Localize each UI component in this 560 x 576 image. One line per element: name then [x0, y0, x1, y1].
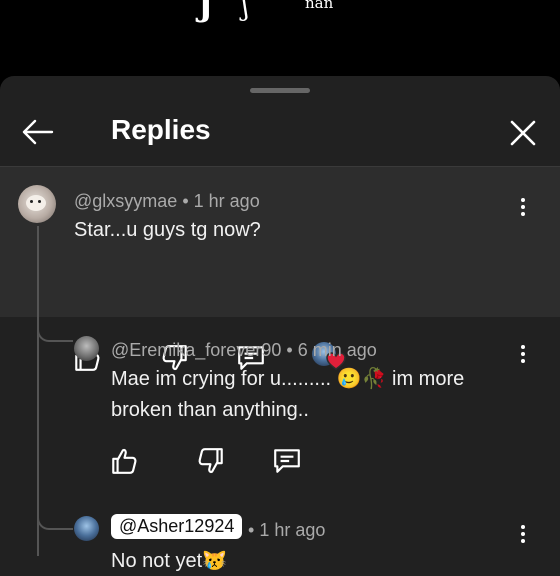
kebab-dot [521, 532, 525, 536]
reply-text-line1: Mae im crying for u......... [111, 368, 332, 390]
kebab-dot [521, 205, 525, 209]
thread-connector [37, 314, 73, 342]
arrow-left-icon [22, 119, 54, 145]
parent-comment: @glxsyymae • 1 hr ago Star...u guys tg n… [0, 167, 560, 371]
avatar[interactable] [18, 185, 56, 223]
reply-time: 1 hr ago [259, 520, 326, 540]
reply-username[interactable]: @Eremika_forever90 [111, 340, 281, 360]
reply-comment-icon[interactable] [272, 446, 302, 476]
meta-separator: • [286, 340, 293, 360]
replies-sheet: Replies @glxsyymae • 1 hr ago Star...u g… [0, 76, 560, 576]
more-options-button[interactable] [517, 195, 529, 219]
background-glyph: J [198, 0, 214, 24]
comment-text: Star...u guys tg now? [74, 219, 261, 241]
more-options-button[interactable] [517, 342, 529, 366]
video-background: J ʃ nan [0, 0, 560, 80]
background-text: nan [305, 0, 334, 12]
kebab-dot [521, 539, 525, 543]
back-button[interactable] [20, 116, 56, 148]
meta-separator: • [248, 520, 255, 540]
reply-text-line1-end: im more [392, 368, 465, 390]
thumbs-up-icon[interactable] [109, 446, 139, 476]
reply-text: No not yet😿 [111, 546, 227, 576]
reply-username-chip[interactable]: @Asher12924 [111, 514, 243, 539]
reply-emoji: 🥲🥀 [336, 368, 387, 390]
kebab-dot [521, 345, 525, 349]
reply-text-line2: broken than anything.. [111, 399, 309, 421]
background-glyph-2: ʃ [242, 0, 250, 22]
kebab-dot [521, 212, 525, 216]
avatar[interactable] [74, 516, 99, 541]
kebab-dot [521, 525, 525, 529]
reply-meta: • 1 hr ago [248, 520, 325, 541]
reply-text-content: No not yet [111, 550, 203, 572]
drag-handle[interactable] [250, 88, 310, 93]
reply-time: 6 min ago [297, 340, 377, 360]
avatar[interactable] [74, 336, 99, 361]
more-options-button[interactable] [517, 522, 529, 546]
replies-header: Replies [0, 98, 560, 167]
reply-emoji: 😿 [202, 550, 228, 572]
close-button[interactable] [506, 118, 540, 148]
comment-time: 1 hr ago [193, 191, 260, 211]
reply-text: Mae im crying for u......... 🥲🥀 im more … [111, 364, 511, 426]
page-title: Replies [111, 114, 211, 145]
comment-meta: @glxsyymae • 1 hr ago [74, 191, 260, 212]
reply-meta: @Eremika_forever90 • 6 min ago [111, 340, 377, 361]
kebab-dot [521, 352, 525, 356]
close-icon [510, 120, 536, 146]
meta-separator: • [182, 191, 189, 211]
thread-connector [37, 502, 73, 530]
thumbs-down-icon[interactable] [196, 446, 226, 476]
kebab-dot [521, 359, 525, 363]
comment-username[interactable]: @glxsyymae [74, 191, 177, 211]
kebab-dot [521, 198, 525, 202]
